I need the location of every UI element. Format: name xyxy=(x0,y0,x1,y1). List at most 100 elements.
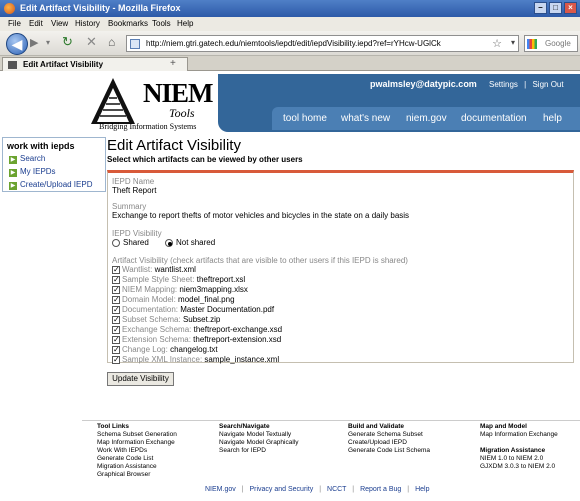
arrow-icon: ▶ xyxy=(9,182,17,190)
title-bar: Edit Artifact Visibility - Mozilla Firef… xyxy=(0,0,580,17)
search-box[interactable]: Google xyxy=(524,35,578,52)
reload-icon[interactable]: ↻ xyxy=(62,35,73,49)
minimize-icon[interactable]: – xyxy=(534,2,547,14)
footer-link[interactable]: Generate Schema Subset xyxy=(348,431,430,439)
nav-tool-home[interactable]: tool home xyxy=(283,113,327,124)
site-identity-icon[interactable] xyxy=(130,39,140,49)
bottom-link-help[interactable]: Help xyxy=(415,486,429,493)
sidebar-item-label: My IEPDs xyxy=(20,167,56,176)
footer-link[interactable]: Map Information Exchange xyxy=(97,439,177,447)
footer-link[interactable]: NIEM 1.0 to NIEM 2.0 xyxy=(480,455,558,463)
artifact-row: ✓ NIEM Mapping: niem3mapping.xlsx xyxy=(112,285,248,294)
artifact-checkbox[interactable]: ✓ xyxy=(112,315,120,324)
footer-link[interactable]: Create/Upload IEPD xyxy=(348,439,430,447)
tab-bar: Edit Artifact Visibility + xyxy=(0,56,580,71)
menu-bookmarks[interactable]: Bookmarks xyxy=(108,19,148,28)
footer-link[interactable]: GJXDM 3.0.3 to NIEM 2.0 xyxy=(480,463,558,471)
bookmark-star-icon[interactable]: ☆ xyxy=(492,37,502,50)
update-visibility-button[interactable]: Update Visibility xyxy=(107,372,174,386)
artifact-checkbox[interactable]: ✓ xyxy=(112,275,120,284)
forward-icon[interactable]: ▶ xyxy=(30,36,38,50)
menu-edit[interactable]: Edit xyxy=(29,19,43,28)
summary-label: Summary xyxy=(112,202,147,211)
footer-link[interactable]: Graphical Browser xyxy=(97,471,177,479)
footer-link[interactable]: Map Information Exchange xyxy=(480,431,558,439)
artifact-checkbox[interactable]: ✓ xyxy=(112,265,120,274)
artifact-file: theftreport.xsl xyxy=(196,275,246,284)
artifact-checkbox[interactable]: ✓ xyxy=(112,345,120,354)
tab-edit-artifact-visibility[interactable]: Edit Artifact Visibility xyxy=(2,57,188,71)
artifact-label: Documentation: xyxy=(122,305,179,314)
footer-heading: Migration Assistance xyxy=(480,447,546,454)
footer-link[interactable]: Schema Subset Generation xyxy=(97,431,177,439)
artifact-row: ✓ Change Log: changelog.txt xyxy=(112,345,218,354)
footer-links: Tool Links Schema Subset Generation Map … xyxy=(82,420,580,480)
nav-help[interactable]: help xyxy=(543,113,562,124)
nav-whats-new[interactable]: what's new xyxy=(341,113,390,124)
back-button[interactable]: ◀ xyxy=(6,33,28,55)
menu-help[interactable]: Help xyxy=(177,19,193,28)
menu-view[interactable]: View xyxy=(51,19,68,28)
stop-icon[interactable]: ✕ xyxy=(86,35,97,49)
bottom-link-privacy[interactable]: Privacy and Security xyxy=(249,486,313,493)
page-content: NIEM Tools Bridging Information Systems … xyxy=(0,72,580,501)
visibility-form: IEPD Name Theft Report Summary Exchange … xyxy=(107,170,574,364)
artifact-checkbox[interactable]: ✓ xyxy=(112,305,120,314)
footer-link[interactable]: Generate Code List xyxy=(97,455,177,463)
footer-link[interactable]: Navigate Model Graphically xyxy=(219,439,298,447)
footer-link[interactable]: Search for IEPD xyxy=(219,447,298,455)
artifact-checkbox[interactable]: ✓ xyxy=(112,285,120,294)
menu-history[interactable]: History xyxy=(75,19,100,28)
close-icon[interactable]: × xyxy=(564,2,577,14)
sidebar-item-create-upload[interactable]: ▶ Create/Upload IEPD xyxy=(9,180,92,190)
history-dropdown-icon[interactable]: ▾ xyxy=(46,36,50,50)
account-links: Settings | Sign Out xyxy=(489,80,564,89)
menu-file[interactable]: File xyxy=(8,19,21,28)
address-bar[interactable]: http://niem.gtri.gatech.edu/niemtools/ie… xyxy=(126,35,519,52)
artifact-row: ✓ Subset Schema: Subset.zip xyxy=(112,315,220,324)
footer-col-search-navigate: Search/Navigate Navigate Model Textually… xyxy=(219,423,298,455)
shared-radio[interactable] xyxy=(112,238,120,247)
bottom-link-ncct[interactable]: NCCT xyxy=(327,486,346,493)
not-shared-radio[interactable] xyxy=(165,238,174,247)
niem-tools-logo[interactable]: NIEM Tools Bridging Information Systems xyxy=(85,74,213,132)
artifact-checkbox[interactable]: ✓ xyxy=(112,355,120,364)
sidebar-item-my-iepds[interactable]: ▶ My IEPDs xyxy=(9,167,56,177)
artifact-checkbox[interactable]: ✓ xyxy=(112,295,120,304)
artifact-label: NIEM Mapping: xyxy=(122,285,178,294)
settings-link[interactable]: Settings xyxy=(489,80,518,89)
footer-heading: Search/Navigate xyxy=(219,423,270,430)
footer-link[interactable]: Work With IEPDs xyxy=(97,447,177,455)
artifact-heading: Artifact Visibility (check artifacts tha… xyxy=(112,256,408,265)
nav-niem-gov[interactable]: niem.gov xyxy=(406,113,447,124)
google-icon[interactable] xyxy=(527,39,537,49)
menu-tools[interactable]: Tools xyxy=(152,19,171,28)
artifact-label: Sample Style Sheet: xyxy=(122,275,195,284)
maximize-icon[interactable]: □ xyxy=(549,2,562,14)
footer-link[interactable]: Generate Code List Schema xyxy=(348,447,430,455)
main-nav: tool home what's new niem.gov documentat… xyxy=(272,107,580,130)
bottom-link-niem-gov[interactable]: NIEM.gov xyxy=(205,486,236,493)
bottom-links: NIEM.gov | Privacy and Security | NCCT |… xyxy=(205,486,429,493)
artifact-file: wantlist.xml xyxy=(154,265,196,274)
artifact-file: Master Documentation.pdf xyxy=(180,305,275,314)
bottom-link-report-bug[interactable]: Report a Bug xyxy=(360,486,401,493)
footer-heading: Build and Validate xyxy=(348,423,404,430)
sidebar-item-label: Search xyxy=(20,154,46,163)
home-icon[interactable]: ⌂ xyxy=(108,35,115,49)
sidebar-item-search[interactable]: ▶ Search xyxy=(9,154,45,164)
new-tab-icon[interactable]: + xyxy=(170,58,176,69)
artifact-row: ✓ Documentation: Master Documentation.pdf xyxy=(112,305,274,314)
footer-col-tool-links: Tool Links Schema Subset Generation Map … xyxy=(97,423,177,479)
artifact-label: Exchange Schema: xyxy=(122,325,192,334)
footer-link[interactable]: Migration Assistance xyxy=(97,463,177,471)
footer-link[interactable]: Navigate Model Textually xyxy=(219,431,298,439)
nav-documentation[interactable]: documentation xyxy=(461,113,527,124)
visibility-label: IEPD Visibility xyxy=(112,229,162,238)
page-title: Edit Artifact Visibility xyxy=(107,137,241,154)
sign-out-link[interactable]: Sign Out xyxy=(532,80,563,89)
url-dropdown-icon[interactable]: ▾ xyxy=(511,38,515,47)
artifact-checkbox[interactable]: ✓ xyxy=(112,335,120,344)
summary-value: Exchange to report thefts of motor vehic… xyxy=(112,211,410,220)
artifact-checkbox[interactable]: ✓ xyxy=(112,325,120,334)
